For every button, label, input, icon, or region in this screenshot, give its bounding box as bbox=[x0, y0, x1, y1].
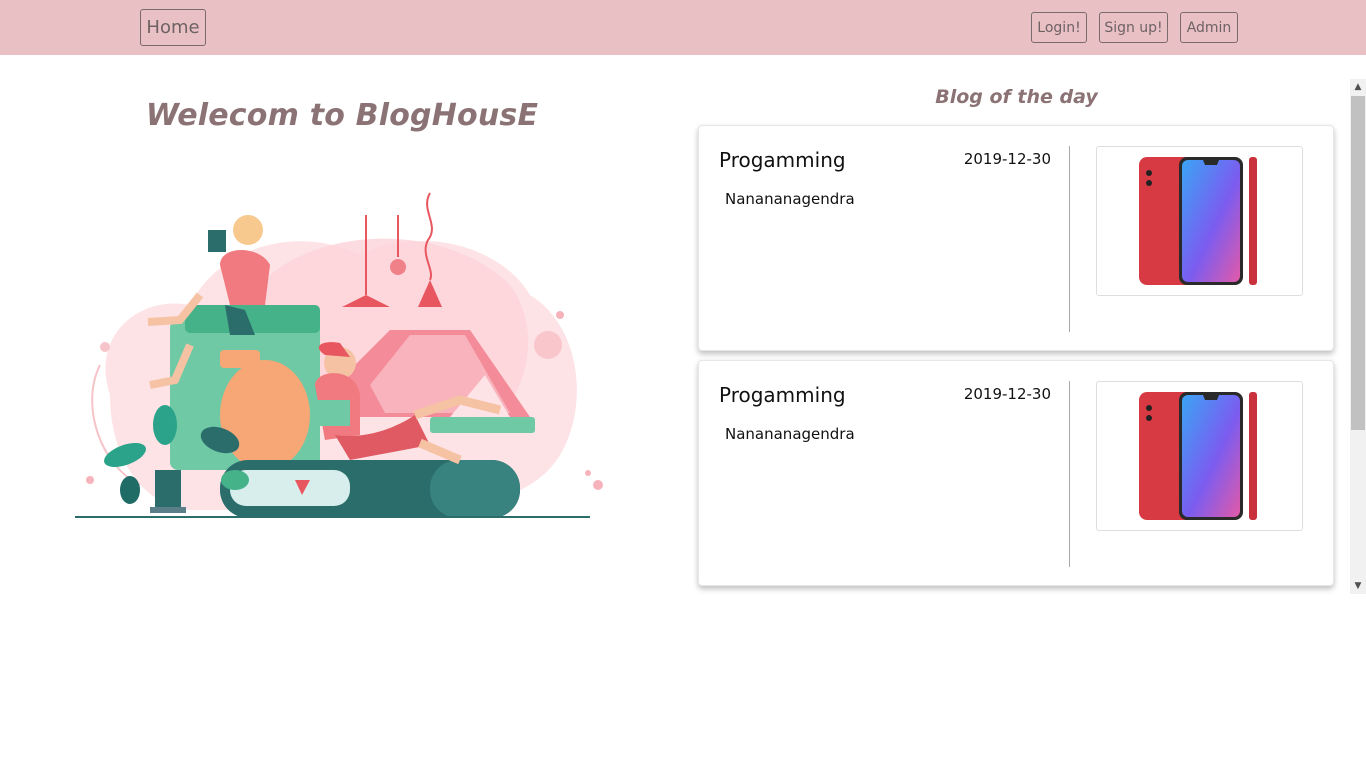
welcome-title: Welecom to BlogHousE bbox=[145, 98, 539, 133]
top-navbar: Home Login! Sign up! Admin bbox=[0, 0, 1366, 55]
blog-title: Progamming bbox=[719, 383, 846, 407]
home-button[interactable]: Home bbox=[140, 9, 206, 46]
blog-card[interactable]: Progamming 2019-12-30 Nanananagendra bbox=[698, 125, 1334, 351]
blog-date: 2019-12-30 bbox=[963, 385, 1051, 403]
blog-card[interactable]: Progamming 2019-12-30 Nanananagendra bbox=[698, 360, 1334, 586]
card-divider bbox=[1069, 146, 1070, 332]
blog-thumbnail-red-smartphone[interactable] bbox=[1096, 381, 1303, 531]
blog-title: Progamming bbox=[719, 148, 846, 172]
card-divider bbox=[1069, 381, 1070, 567]
blog-author: Nanananagendra bbox=[725, 190, 855, 208]
signup-button[interactable]: Sign up! bbox=[1099, 12, 1168, 43]
scrollbar-thumb[interactable] bbox=[1351, 96, 1365, 430]
admin-button[interactable]: Admin bbox=[1180, 12, 1238, 43]
reading-illustration bbox=[70, 185, 615, 530]
scroll-up-arrow-icon[interactable]: ▲ bbox=[1350, 79, 1366, 95]
login-button[interactable]: Login! bbox=[1031, 12, 1087, 43]
blog-thumbnail-red-smartphone[interactable] bbox=[1096, 146, 1303, 296]
blog-of-the-day-heading: Blog of the day bbox=[935, 86, 1098, 108]
blog-date: 2019-12-30 bbox=[963, 150, 1051, 168]
blog-author: Nanananagendra bbox=[725, 425, 855, 443]
blog-list-scrollbar[interactable]: ▲ ▼ bbox=[1350, 79, 1366, 594]
scroll-down-arrow-icon[interactable]: ▼ bbox=[1350, 578, 1366, 594]
